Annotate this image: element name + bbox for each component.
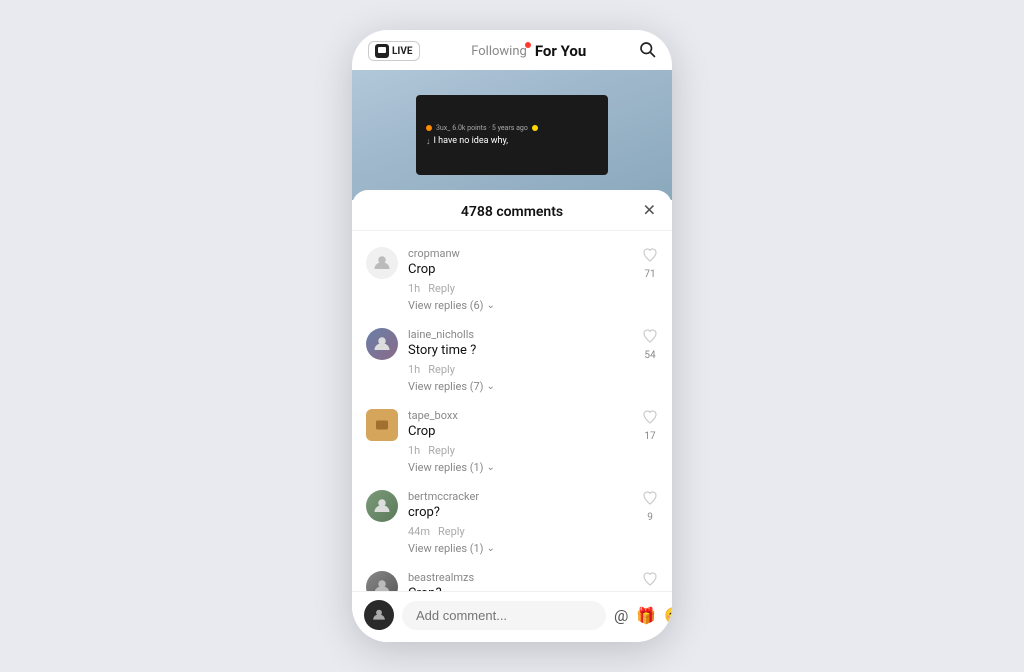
comment-time: 1h — [408, 363, 420, 376]
comment-username: bertmccracker — [408, 490, 632, 503]
reply-button[interactable]: Reply — [428, 282, 455, 295]
view-replies-button[interactable]: View replies (7) ⌄ — [408, 380, 632, 393]
nav-tabs: Following For You — [471, 42, 586, 60]
like-section: 1 — [642, 571, 658, 591]
comment-body: beastrealmzs Crop? 28m Reply — [408, 571, 632, 591]
following-notification-dot — [525, 42, 531, 48]
comments-list: cropmanw Crop 1h Reply View replies (6) … — [352, 231, 672, 591]
chevron-down-icon: ⌄ — [487, 543, 495, 554]
view-replies-button[interactable]: View replies (1) ⌄ — [408, 461, 632, 474]
comment-item: beastrealmzs Crop? 28m Reply 1 — [352, 563, 672, 591]
like-count: 17 — [644, 431, 655, 442]
like-count: 9 — [647, 512, 653, 523]
phone-frame: LIVE Following For You 3ux_ 6.0k points — [352, 30, 672, 642]
comment-text: crop? — [408, 505, 632, 522]
view-replies-text: View replies (6) — [408, 299, 484, 312]
video-meta: 3ux_ 6.0k points · 5 years ago — [426, 124, 598, 132]
user-avatar — [364, 600, 394, 630]
view-replies-button[interactable]: View replies (1) ⌄ — [408, 542, 632, 555]
like-count: 54 — [644, 350, 655, 361]
comments-panel: 4788 comments ✕ cropmanw Crop 1h Reply V… — [352, 190, 672, 642]
video-caption: ↓ I have no idea why, — [426, 136, 598, 147]
comment-time: 1h — [408, 444, 420, 457]
comment-text: Crop? — [408, 586, 632, 591]
like-section: 9 — [642, 490, 658, 523]
orange-dot — [426, 125, 432, 131]
reply-button[interactable]: Reply — [428, 444, 455, 457]
emoji-button[interactable]: 😊 — [664, 606, 672, 625]
comment-time: 44m — [408, 525, 430, 538]
reply-button[interactable]: Reply — [428, 363, 455, 376]
avatar — [366, 328, 398, 360]
at-button[interactable]: @ — [614, 606, 628, 625]
comments-count: 4788 comments — [461, 204, 563, 220]
like-section: 54 — [642, 328, 658, 361]
input-actions: @ 🎁 😊 — [614, 606, 672, 625]
view-replies-text: View replies (1) — [408, 461, 484, 474]
comment-username: cropmanw — [408, 247, 632, 260]
comment-item: cropmanw Crop 1h Reply View replies (6) … — [352, 239, 672, 320]
top-nav: LIVE Following For You — [352, 30, 672, 70]
heart-icon[interactable] — [642, 490, 658, 510]
comment-username: tape_boxx — [408, 409, 632, 422]
caption-arrow: ↓ — [426, 136, 431, 147]
heart-icon[interactable] — [642, 247, 658, 267]
live-label: LIVE — [392, 46, 413, 57]
comment-body: bertmccracker crop? 44m Reply View repli… — [408, 490, 632, 555]
like-count: 71 — [644, 269, 655, 280]
view-replies-text: View replies (1) — [408, 542, 484, 555]
comment-item: laine_nicholls Story time ? 1h Reply Vie… — [352, 320, 672, 401]
tab-for-you[interactable]: For You — [535, 42, 586, 60]
like-section: 17 — [642, 409, 658, 442]
heart-icon[interactable] — [642, 409, 658, 429]
comment-actions: 1h Reply — [408, 363, 632, 376]
view-replies-button[interactable]: View replies (6) ⌄ — [408, 299, 632, 312]
avatar — [366, 247, 398, 279]
live-icon — [375, 44, 389, 58]
tab-following[interactable]: Following — [471, 44, 527, 59]
comment-time: 1h — [408, 282, 420, 295]
heart-icon[interactable] — [642, 328, 658, 348]
comment-input[interactable] — [402, 601, 606, 630]
reply-button[interactable]: Reply — [438, 525, 465, 538]
comment-actions: 1h Reply — [408, 444, 632, 457]
comments-header: 4788 comments ✕ — [352, 190, 672, 231]
video-content: 3ux_ 6.0k points · 5 years ago ↓ I have … — [416, 95, 608, 175]
like-section: 71 — [642, 247, 658, 280]
comment-body: laine_nicholls Story time ? 1h Reply Vie… — [408, 328, 632, 393]
avatar — [366, 490, 398, 522]
comment-text: Crop — [408, 262, 632, 279]
yellow-dot — [532, 125, 538, 131]
comment-text: Crop — [408, 424, 632, 441]
chevron-down-icon: ⌄ — [487, 462, 495, 473]
close-button[interactable]: ✕ — [643, 201, 656, 220]
view-replies-text: View replies (7) — [408, 380, 484, 393]
heart-icon[interactable] — [642, 571, 658, 591]
comment-input-bar: @ 🎁 😊 — [352, 591, 672, 642]
comment-username: beastrealmzs — [408, 571, 632, 584]
search-button[interactable] — [638, 40, 656, 62]
video-area: 3ux_ 6.0k points · 5 years ago ↓ I have … — [352, 70, 672, 200]
video-meta-text: 3ux_ 6.0k points · 5 years ago — [436, 124, 528, 132]
comment-item: tape_boxx Crop 1h Reply View replies (1)… — [352, 401, 672, 482]
comment-actions: 1h Reply — [408, 282, 632, 295]
live-badge[interactable]: LIVE — [368, 41, 420, 61]
chevron-down-icon: ⌄ — [487, 381, 495, 392]
chevron-down-icon: ⌄ — [487, 300, 495, 311]
comment-body: cropmanw Crop 1h Reply View replies (6) … — [408, 247, 632, 312]
comment-actions: 44m Reply — [408, 525, 632, 538]
avatar — [366, 571, 398, 591]
comment-text: Story time ? — [408, 343, 632, 360]
comment-body: tape_boxx Crop 1h Reply View replies (1)… — [408, 409, 632, 474]
gift-button[interactable]: 🎁 — [636, 606, 656, 625]
avatar — [366, 409, 398, 441]
comment-username: laine_nicholls — [408, 328, 632, 341]
comment-item: bertmccracker crop? 44m Reply View repli… — [352, 482, 672, 563]
